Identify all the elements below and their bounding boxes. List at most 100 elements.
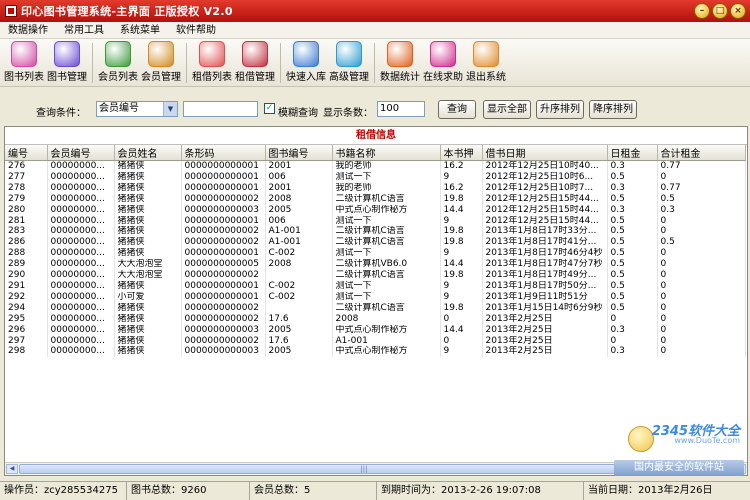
table-row[interactable]: 281 00000000... 猪猪侠 0000000000001 006 测试一下 9 20…	[5, 215, 746, 227]
column-header[interactable]: 借书日期	[482, 145, 608, 161]
table-row[interactable]: 291 00000000... 猪猪侠 0000000000001 C-002 测试一下 9…	[5, 280, 746, 292]
mascot-icon	[628, 426, 654, 452]
column-header[interactable]: 条形码	[181, 145, 266, 161]
table-cell: 277	[5, 171, 48, 183]
column-header[interactable]: 编号	[5, 145, 48, 161]
table-cell: C-002	[265, 248, 333, 260]
query-button[interactable]: 查询	[438, 100, 476, 119]
table-cell: 14.4	[440, 204, 483, 216]
column-header[interactable]: 图书编号	[265, 145, 333, 161]
toolbar-button-10[interactable]: 退出系统	[466, 39, 506, 83]
table-cell: 0000000000001	[181, 215, 266, 227]
menu-system[interactable]: 系统菜单	[112, 22, 168, 39]
table-row[interactable]: 279 00000000... 猪猪侠 0000000000002 2008 二级计算机C…	[5, 193, 746, 205]
column-header[interactable]: 会员姓名	[114, 145, 182, 161]
toolbar-button-7[interactable]: 高级管理	[329, 39, 369, 83]
table-cell: 0	[657, 280, 746, 292]
table-row[interactable]: 298 00000000... 猪猪侠 0000000000003 2005 中式点心制作…	[5, 346, 746, 358]
toolbar-button-5[interactable]: 租借管理	[235, 39, 275, 83]
table-cell: 291	[5, 280, 48, 292]
close-button[interactable]: ×	[730, 3, 746, 19]
scroll-thumb[interactable]: |||	[19, 464, 709, 474]
toolbar-button-0[interactable]: 图书列表	[4, 39, 44, 83]
chevron-down-icon[interactable]: ▼	[163, 102, 177, 116]
table-row[interactable]: 288 00000000... 猪猪侠 0000000000001 C-002 测试一下 9…	[5, 248, 746, 260]
table-cell: 0	[657, 171, 746, 183]
maximize-button[interactable]: □	[712, 3, 728, 19]
toolbar-button-3[interactable]: 会员管理	[141, 39, 181, 83]
sort-asc-button[interactable]: 升序排列	[536, 100, 584, 119]
grid-title: 租借信息	[5, 127, 747, 145]
table-cell: 2013年1月8日17时46分4秒	[482, 248, 608, 260]
table-cell: 测试一下	[332, 248, 441, 260]
search-input[interactable]	[183, 101, 258, 117]
table-row[interactable]: 294 00000000... 猪猪侠 0000000000002 二级计算机C语言 19…	[5, 302, 746, 314]
table-cell: 288	[5, 248, 48, 260]
toolbar-button-label: 数据统计	[380, 72, 420, 83]
table-cell: 二级计算机C语言	[332, 302, 441, 314]
table-cell: 0	[440, 335, 483, 347]
table-cell: 00000000...	[47, 237, 115, 249]
table-row[interactable]: 280 00000000... 猪猪侠 0000000000003 2005 中式点心制作…	[5, 204, 746, 216]
table-cell: A1-001	[265, 237, 333, 249]
column-header[interactable]: 本书押	[440, 145, 483, 161]
count-input[interactable]: 100	[377, 101, 425, 117]
table-row[interactable]: 289 00000000... 大大泡泡堂 0000000000005 2008 二级计算…	[5, 259, 746, 271]
column-header[interactable]: 合计租金	[657, 145, 746, 161]
minimize-button[interactable]: –	[694, 3, 710, 19]
table-row[interactable]: 292 00000000... 小可爱 0000000000001 C-002 测试一下 9…	[5, 291, 746, 303]
table-row[interactable]: 296 00000000... 猪猪侠 0000000000003 2005 中式点心制作…	[5, 324, 746, 336]
table-row[interactable]: 297 00000000... 猪猪侠 0000000000002 17.6 A1-001…	[5, 335, 746, 347]
grid-header-row: 编号 会员编号 会员姓名 条形码 图书编号 书籍名称 本书押 借书日期 日租金 合计租金	[5, 145, 746, 161]
table-cell: 测试一下	[332, 171, 441, 183]
table-cell: 0.5	[607, 302, 658, 314]
table-cell: 280	[5, 204, 48, 216]
show-all-button[interactable]: 显示全部	[483, 100, 531, 119]
table-cell: 16.2	[440, 160, 483, 172]
table-cell: 0	[657, 291, 746, 303]
table-row[interactable]: 278 00000000... 猪猪侠 0000000000001 2001 我的老师 16…	[5, 182, 746, 194]
table-cell: 0.3	[657, 204, 746, 216]
menu-tools[interactable]: 常用工具	[56, 22, 112, 39]
scroll-left-arrow-icon[interactable]: ◀	[6, 464, 18, 474]
table-cell: 0	[440, 313, 483, 325]
toolbar-button-8[interactable]: 数据统计	[380, 39, 420, 83]
table-row[interactable]: 286 00000000... 猪猪侠 0000000000002 A1-001 二级计算…	[5, 237, 746, 249]
menu-data-ops[interactable]: 数据操作	[0, 22, 56, 39]
table-cell: 2013年2月25日	[482, 324, 608, 336]
table-cell: 0	[607, 335, 658, 347]
table-cell: 00000000...	[47, 160, 115, 172]
table-row[interactable]: 283 00000000... 猪猪侠 0000000000002 A1-001 二级计算…	[5, 226, 746, 238]
table-row[interactable]: 277 00000000... 猪猪侠 0000000000001 006 测试一下 9 20…	[5, 171, 746, 183]
table-cell: 9	[440, 171, 483, 183]
table-row[interactable]: 290 00000000... 大大泡泡堂 0000000000002 二级计算机C语言…	[5, 270, 746, 281]
table-cell: 0000000000003	[181, 346, 266, 358]
table-cell: 二级计算机VB6.0	[332, 259, 441, 271]
toolbar-button-1[interactable]: 图书管理	[47, 39, 87, 83]
rental-table: 编号 会员编号 会员姓名 条形码 图书编号 书籍名称 本书押 借书日期 日租金 合计租金 276 0…	[5, 145, 746, 358]
table-row[interactable]: 276 00000000... 猪猪侠 0000000000001 2001 我的老师 16…	[5, 160, 746, 172]
table-cell: 二级计算机C语言	[332, 237, 441, 249]
query-field-select[interactable]: 会员编号 ▼	[96, 101, 178, 117]
toolbar-button-6[interactable]: 快速入库	[286, 39, 326, 83]
toolbar-button-9[interactable]: 在线求助	[423, 39, 463, 83]
menu-help[interactable]: 软件帮助	[168, 22, 224, 39]
title-bar[interactable]: 印心图书管理系统-主界面 正版授权 V2.0 – □ ×	[0, 0, 750, 22]
menu-bar: 数据操作 常用工具 系统菜单 软件帮助	[0, 22, 750, 39]
toolbar-button-label: 退出系统	[466, 72, 506, 83]
table-cell: 0	[657, 226, 746, 238]
sort-desc-button[interactable]: 降序排列	[589, 100, 637, 119]
table-cell: 中式点心制作秘方	[332, 324, 441, 336]
fuzzy-query-checkbox[interactable]: ✓	[264, 103, 275, 114]
toolbar-button-2[interactable]: 会员列表	[98, 39, 138, 83]
column-header[interactable]: 会员编号	[47, 145, 115, 161]
fuzzy-query-label: 模糊查询	[278, 108, 318, 119]
table-cell: 9	[440, 346, 483, 358]
table-cell: 2013年1月8日17时47分7秒	[482, 259, 608, 271]
toolbar-button-label: 快速入库	[286, 72, 326, 83]
toolbar-button-4[interactable]: 租借列表	[192, 39, 232, 83]
column-header[interactable]: 书籍名称	[332, 145, 441, 161]
table-row[interactable]: 295 00000000... 猪猪侠 0000000000002 17.6 2008 0 2…	[5, 313, 746, 325]
table-cell: 2013年1月15日14时6分9秒	[482, 302, 608, 314]
column-header[interactable]: 日租金	[607, 145, 658, 161]
